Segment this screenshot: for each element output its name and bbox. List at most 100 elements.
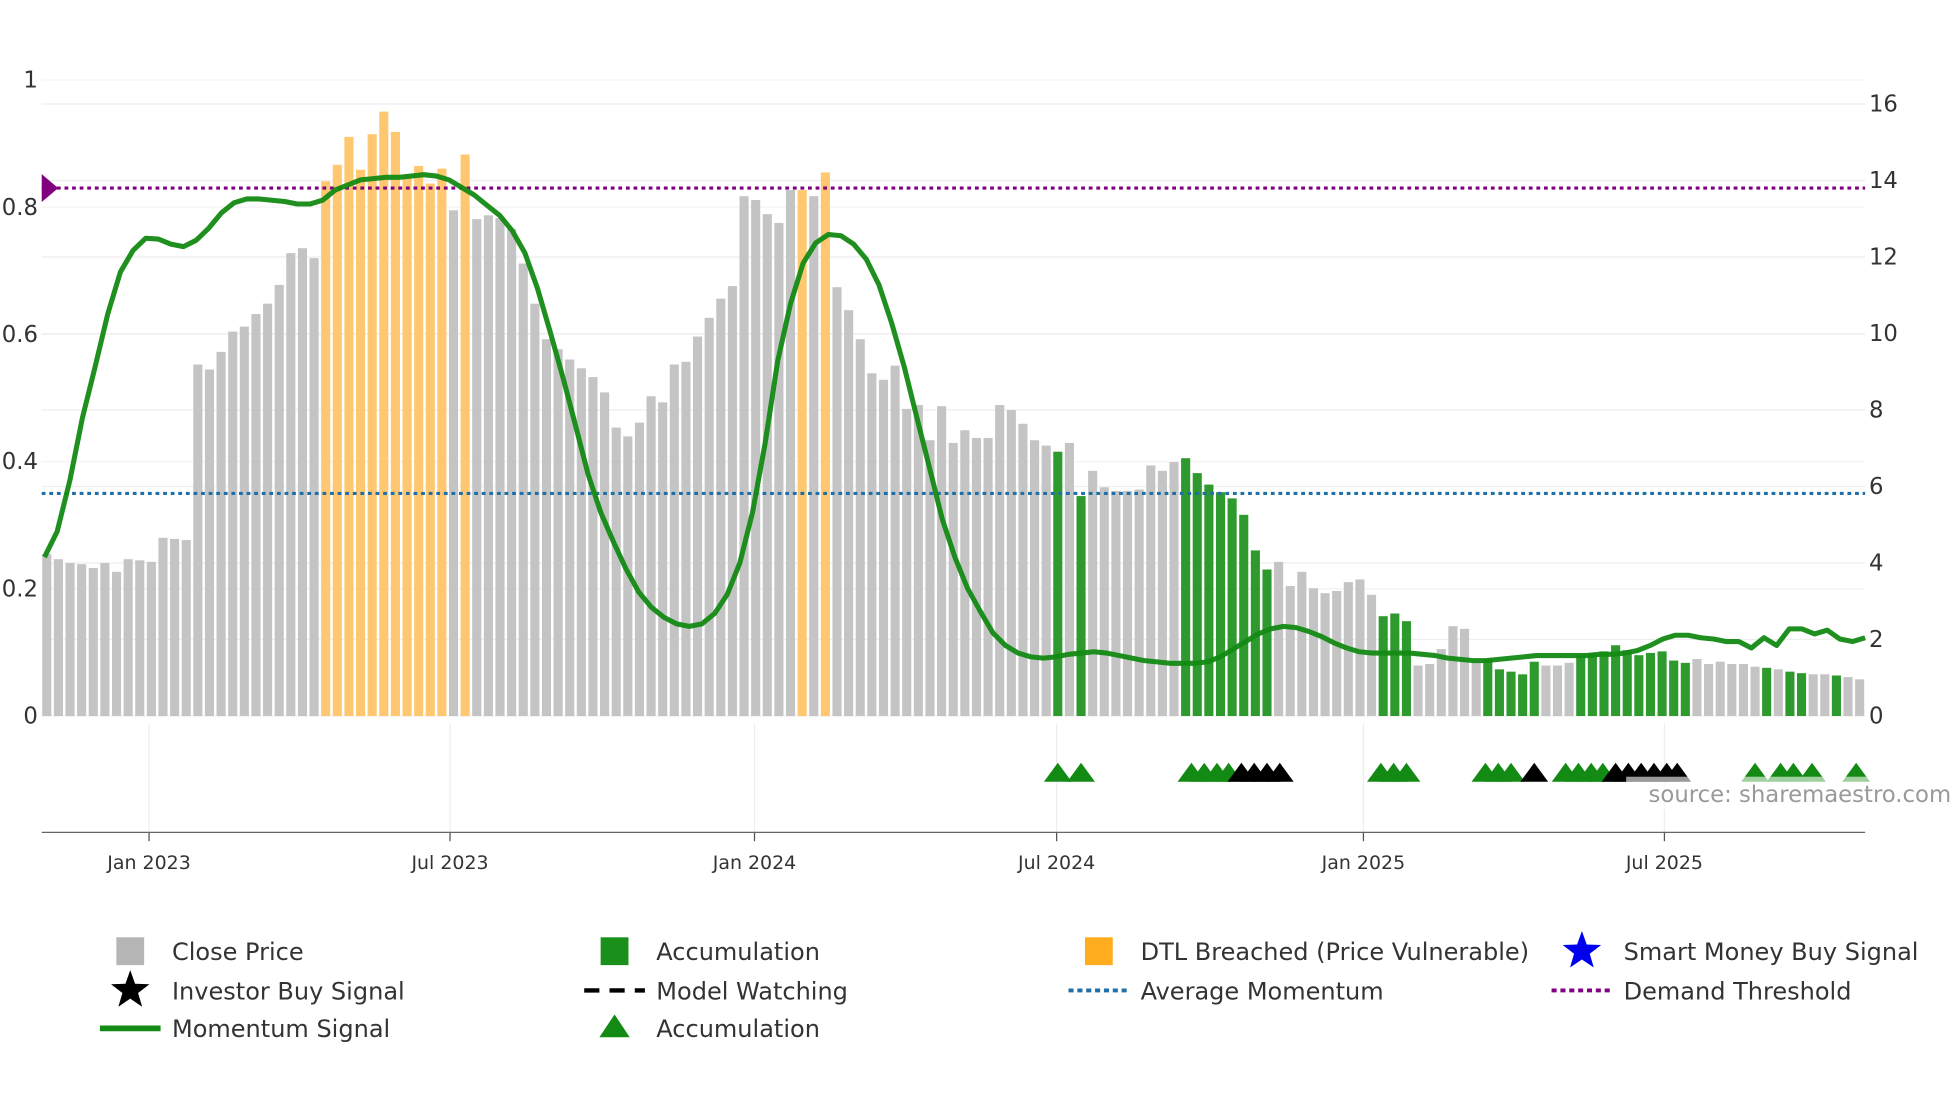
legend-label: Model Watching	[656, 977, 848, 1005]
close-price-bar	[297, 248, 307, 717]
dtl-breached-bar	[425, 183, 435, 717]
close-price-bar	[1041, 445, 1051, 717]
accumulation-bar	[1599, 651, 1609, 717]
close-price-bar	[1088, 470, 1098, 717]
source-label: source: sharemaestro.com	[1649, 782, 1952, 808]
close-price-bar	[948, 442, 958, 717]
close-price-bar	[1738, 663, 1748, 717]
close-price-bar	[181, 540, 191, 717]
close-price-bar	[1448, 626, 1458, 717]
left-tick-label: 0.8	[2, 195, 38, 221]
close-price-bar	[204, 369, 215, 717]
close-price-bar	[785, 190, 796, 717]
accumulation-bar	[1053, 451, 1063, 717]
close-price-bar	[530, 303, 540, 717]
accumulation-triangle	[1043, 762, 1072, 782]
close-price-bar	[902, 408, 912, 717]
accumulation-bar	[1227, 498, 1237, 717]
close-price-bar	[1308, 588, 1319, 717]
accumulation-bar	[1239, 514, 1249, 717]
close-price-bar	[123, 559, 133, 717]
legend-square-icon	[116, 937, 145, 966]
close-price-bar	[1773, 669, 1783, 717]
accumulation-bar	[1378, 616, 1388, 717]
close-price-bar	[1134, 489, 1144, 717]
close-price-bar	[588, 377, 598, 717]
close-price-bar	[1332, 590, 1342, 717]
accumulation-bar	[1796, 673, 1807, 717]
accumulation-bar	[1401, 621, 1411, 717]
close-price-bar	[1320, 593, 1330, 717]
close-price-bar	[1064, 442, 1074, 717]
legend-label: Accumulation	[656, 1015, 820, 1043]
close-price-bar	[727, 286, 737, 717]
close-price-bar	[1413, 665, 1423, 717]
close-price-bar	[1564, 662, 1574, 717]
close-price-bar	[53, 559, 63, 717]
close-price-bar	[1541, 665, 1551, 717]
close-price-bar	[634, 422, 645, 717]
dtl-breached-bar	[344, 136, 354, 717]
close-price-bar	[170, 538, 180, 717]
close-price-bar	[658, 402, 668, 717]
close-price-bar	[1808, 674, 1818, 717]
close-price-bar	[507, 229, 517, 717]
close-price-bar	[42, 554, 52, 717]
close-price-bar	[693, 336, 703, 717]
close-price-bar	[309, 258, 319, 717]
dtl-breached-bar	[437, 168, 447, 717]
close-price-bar	[762, 214, 772, 717]
close-price-bar	[1030, 440, 1040, 717]
legend-square-icon	[1084, 937, 1113, 966]
right-tick-label: 16	[1869, 92, 1898, 118]
right-tick-label: 12	[1869, 245, 1898, 271]
left-tick-label: 0.2	[2, 576, 38, 602]
close-price-bar	[448, 210, 459, 717]
legend-label: Accumulation	[656, 938, 820, 966]
close-price-bar	[1425, 663, 1435, 717]
left-tick-label: 0.6	[2, 322, 38, 348]
close-price-bar	[65, 563, 75, 717]
accumulation-bar	[1192, 473, 1202, 717]
close-price-bar	[193, 364, 203, 717]
close-price-bar	[1843, 677, 1853, 717]
close-price-bar	[216, 351, 226, 717]
legend-label: DTL Breached (Price Vulnerable)	[1141, 938, 1529, 966]
close-price-bar	[251, 313, 261, 717]
dtl-breached-bar	[390, 131, 400, 717]
legend-label: Close Price	[172, 938, 304, 966]
right-tick-label: 14	[1869, 168, 1898, 194]
accumulation-bar	[1518, 674, 1528, 717]
dtl-breached-bar	[355, 169, 366, 717]
close-price-bar	[646, 396, 656, 717]
close-price-bar	[867, 373, 877, 717]
close-price-bar	[239, 326, 249, 717]
dtl-breached-bar	[414, 165, 424, 717]
close-price-bar	[1727, 663, 1737, 717]
close-price-bar	[100, 563, 110, 717]
close-price-bar	[263, 303, 273, 717]
close-price-bar	[1715, 661, 1725, 717]
close-price-bar	[983, 437, 993, 717]
accumulation-bar	[1506, 671, 1516, 717]
accumulation-bar	[1529, 661, 1539, 717]
accumulation-bar	[1622, 650, 1632, 717]
close-price-bar	[1552, 665, 1563, 717]
dtl-breached-bar	[460, 154, 470, 717]
close-price-bar	[541, 339, 552, 717]
close-price-bar	[878, 379, 889, 717]
close-price-bar	[600, 392, 610, 717]
close-price-bar	[1018, 423, 1028, 717]
close-price-bar	[890, 365, 900, 717]
accumulation-bar	[1680, 662, 1690, 717]
close-price-bar	[809, 196, 819, 717]
legend-label: Demand Threshold	[1624, 977, 1852, 1005]
x-tick-label: Jan 2023	[106, 852, 190, 874]
close-price-bar	[286, 253, 296, 717]
close-price-bar	[1169, 462, 1179, 717]
close-price-bar	[1820, 674, 1830, 717]
dtl-breached-bar	[402, 177, 412, 717]
close-price-bar	[1099, 487, 1109, 717]
close-price-bar	[774, 222, 784, 717]
x-tick-label: Jul 2025	[1625, 852, 1703, 874]
